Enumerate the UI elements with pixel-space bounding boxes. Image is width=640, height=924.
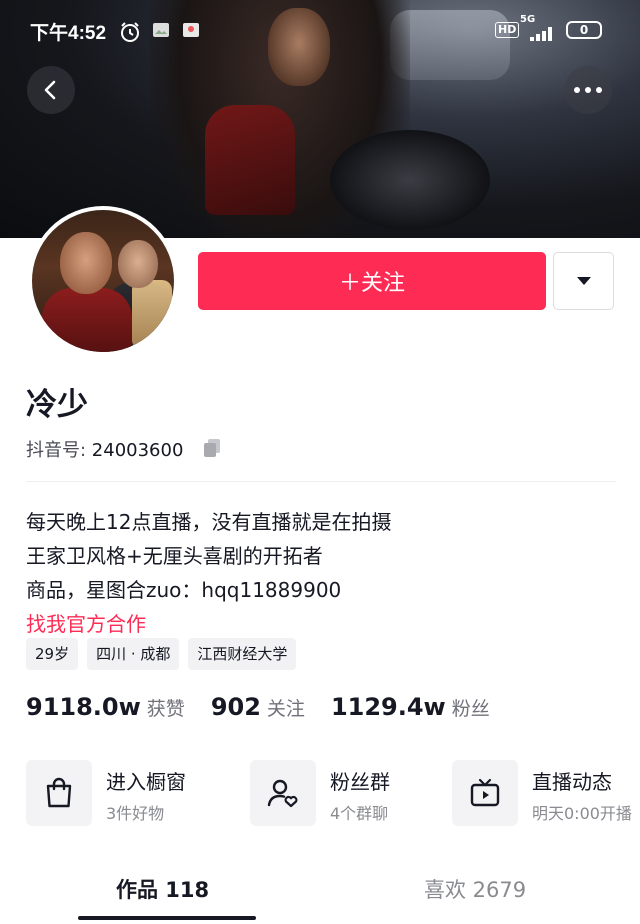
hd-badge: HD <box>495 22 520 38</box>
gallery-notification-icon <box>152 21 170 44</box>
chevron-left-icon <box>44 80 56 100</box>
entry-subtitle: 4个群聊 <box>330 804 389 823</box>
following-stat[interactable]: 902 关注 <box>211 693 305 721</box>
followers-label: 粉丝 <box>451 698 490 720</box>
following-count: 902 <box>210 693 261 721</box>
more-horizontal-icon <box>574 87 602 93</box>
cover-image[interactable]: 下午4:52 HD 5G 0 <box>0 0 640 238</box>
copy-icon[interactable] <box>202 438 222 462</box>
avatar-person-1-face <box>60 232 112 294</box>
fan-group-icon <box>250 760 316 826</box>
avatar-scarf <box>132 280 172 350</box>
battery-icon: 0 <box>566 21 602 39</box>
entry-title: 直播动态 <box>532 770 612 794</box>
official-cooperation-link[interactable]: 找我官方合作 <box>26 607 391 641</box>
douyin-id-label: 抖音号: <box>26 440 92 461</box>
active-tab-indicator <box>78 916 256 920</box>
douyin-id-value: 24003600 <box>91 440 184 461</box>
tag-location: 四川 · 成都 <box>87 638 180 670</box>
bio-line: 每天晚上12点直播，没有直播就是在拍摄 <box>26 510 392 534</box>
back-button[interactable] <box>27 66 75 114</box>
profile-tags: 29岁 四川 · 成都 江西财经大学 <box>26 638 297 670</box>
caret-down-icon <box>576 277 591 285</box>
status-bar: 下午4:52 HD 5G 0 <box>0 14 640 48</box>
avatar-person-2-face <box>118 240 158 288</box>
tag-school[interactable]: 江西财经大学 <box>188 638 297 670</box>
entry-subtitle: 明天0:00开播 <box>532 804 632 823</box>
avatar-person-1-body <box>42 288 132 352</box>
stats-row: 9118.0w 获赞 902 关注 1129.4w 粉丝 <box>26 693 516 721</box>
likes-stat[interactable]: 9118.0w 获赞 <box>26 693 185 721</box>
bio: 每天晚上12点直播，没有直播就是在拍摄 王家卫风格+无厘头喜剧的开拓者 商品，星… <box>26 505 391 641</box>
content-tabs: 作品 118 喜欢 2679 <box>0 860 640 924</box>
divider <box>26 481 616 482</box>
map-notification-icon <box>182 21 200 44</box>
followers-stat[interactable]: 1129.4w 粉丝 <box>331 693 490 721</box>
following-label: 关注 <box>266 698 305 720</box>
feature-entries: 进入橱窗 3件好物 粉丝群 4个群聊 直播动态 明天0:00开播 <box>26 756 640 830</box>
live-tv-icon <box>452 760 518 826</box>
avatar[interactable] <box>28 206 178 356</box>
likes-label: 获赞 <box>146 698 185 720</box>
status-time: 下午4:52 <box>30 23 107 44</box>
recommend-dropdown-button[interactable] <box>553 252 614 310</box>
signal-icon <box>530 24 558 41</box>
more-button[interactable] <box>564 66 612 114</box>
entry-title: 粉丝群 <box>330 770 390 794</box>
tab-works[interactable]: 作品 118 <box>116 874 209 904</box>
cover-motorcycle <box>330 130 490 230</box>
entry-title: 进入橱窗 <box>106 770 186 794</box>
tab-likes[interactable]: 喜欢 2679 <box>424 874 526 904</box>
nickname: 冷少 <box>26 387 88 423</box>
alarm-icon <box>119 21 141 48</box>
entry-subtitle: 3件好物 <box>106 804 165 823</box>
shopping-bag-icon <box>26 760 92 826</box>
battery-level: 0 <box>579 23 589 37</box>
bio-line: 王家卫风格+无厘头喜剧的开拓者 <box>26 544 323 568</box>
follow-button[interactable]: ＋关注 <box>198 252 546 310</box>
tag-age: 29岁 <box>26 638 79 670</box>
bio-line: 商品，星图合zuo：hqq11889900 <box>26 578 342 602</box>
cover-red-scarf <box>205 105 295 215</box>
likes-count: 9118.0w <box>26 693 141 721</box>
douyin-id: 抖音号: 24003600 <box>26 436 183 462</box>
followers-count: 1129.4w <box>330 693 446 721</box>
